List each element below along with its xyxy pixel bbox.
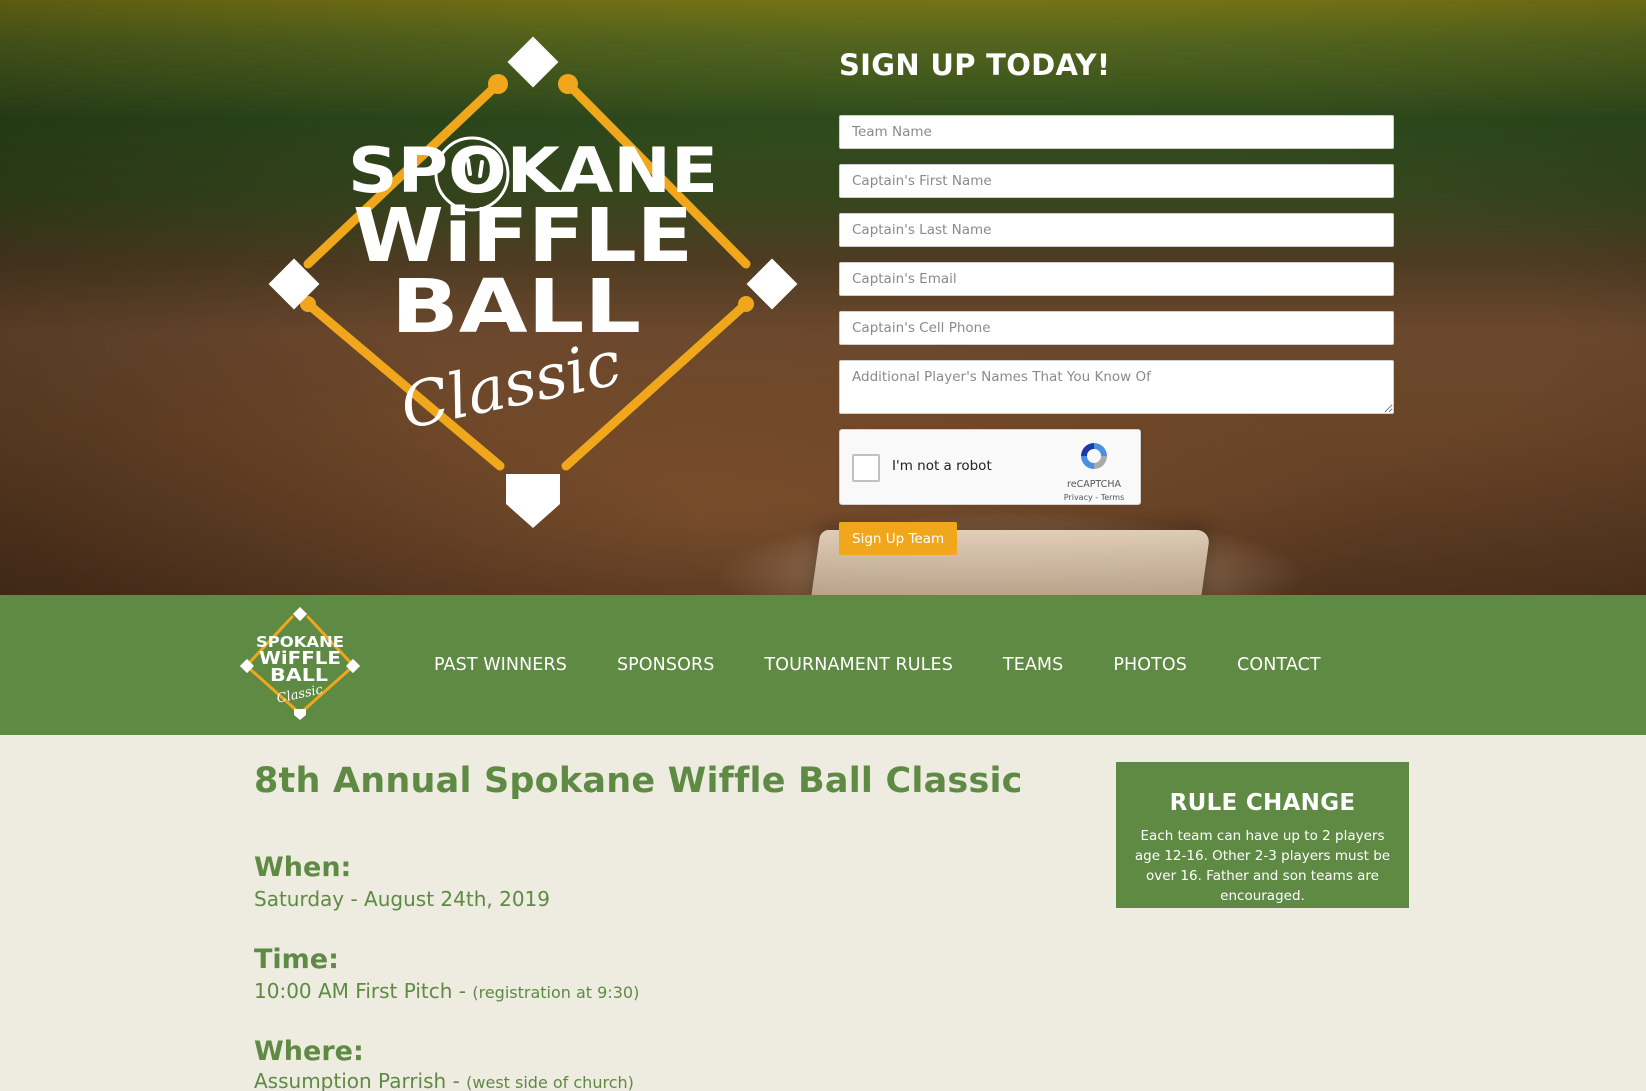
captain-cell-phone-input[interactable] — [839, 311, 1394, 345]
additional-players-textarea[interactable] — [839, 360, 1394, 414]
signup-title: SIGN UP TODAY! — [839, 48, 1111, 82]
main-navigation: SPOKANE WiFFLE BALL Classic PAST WINNERS… — [0, 595, 1646, 735]
nav-contact[interactable]: CONTACT — [1237, 655, 1321, 675]
recaptcha-widget: I'm not a robot reCAPTCHA Privacy - Term… — [839, 429, 1141, 505]
captain-email-input[interactable] — [839, 262, 1394, 296]
nav-logo[interactable]: SPOKANE WiFFLE BALL Classic — [240, 607, 360, 722]
recaptcha-privacy-terms-links[interactable]: Privacy - Terms — [1058, 493, 1130, 502]
rule-change-text: Each team can have up to 2 players age 1… — [1134, 828, 1391, 904]
time-note: (registration at 9:30) — [472, 983, 640, 1002]
captain-first-name-input[interactable] — [839, 164, 1394, 198]
nav-photos[interactable]: PHOTOS — [1113, 655, 1187, 675]
rule-change-box: RULE CHANGE Each team can have up to 2 p… — [1116, 762, 1409, 908]
time-label: Time: — [254, 944, 339, 975]
recaptcha-icon — [1081, 443, 1107, 469]
captain-last-name-input[interactable] — [839, 213, 1394, 247]
nav-past-winners[interactable]: PAST WINNERS — [434, 655, 567, 675]
where-value: Assumption Parrish - (west side of churc… — [254, 1069, 634, 1091]
hero-section: SPOKANE WiFFLE BALL Classic SIGN UP TODA… — [0, 0, 1646, 595]
time-main: 10:00 AM First Pitch - — [254, 979, 473, 1003]
hero-vignette — [0, 0, 1646, 595]
where-note: (west side of church) — [466, 1073, 634, 1091]
nav-sponsors[interactable]: SPONSORS — [617, 655, 714, 675]
nav-menu: PAST WINNERS SPONSORS TOURNAMENT RULES T… — [434, 595, 1371, 735]
sign-up-team-button[interactable]: Sign Up Team — [839, 522, 958, 555]
nav-teams[interactable]: TEAMS — [1003, 655, 1063, 675]
recaptcha-label: I'm not a robot — [892, 458, 992, 474]
recaptcha-checkbox[interactable] — [852, 454, 880, 482]
page-title: 8th Annual Spokane Wiffle Ball Classic — [254, 761, 1023, 801]
main-content: 8th Annual Spokane Wiffle Ball Classic W… — [0, 735, 1646, 1091]
nav-tournament-rules[interactable]: TOURNAMENT RULES — [764, 655, 952, 675]
rule-change-title: RULE CHANGE — [1169, 790, 1356, 816]
time-value: 10:00 AM First Pitch - (registration at … — [254, 979, 639, 1003]
when-value: Saturday - August 24th, 2019 — [254, 887, 550, 911]
when-label: When: — [254, 852, 352, 883]
where-main: Assumption Parrish - — [254, 1069, 467, 1091]
recaptcha-branding: reCAPTCHA Privacy - Terms — [1058, 440, 1130, 502]
recaptcha-brand-text: reCAPTCHA — [1067, 479, 1121, 490]
hero-logo: SPOKANE WiFFLE BALL Classic — [268, 36, 798, 528]
where-label: Where: — [254, 1036, 364, 1067]
team-name-input[interactable] — [839, 115, 1394, 149]
